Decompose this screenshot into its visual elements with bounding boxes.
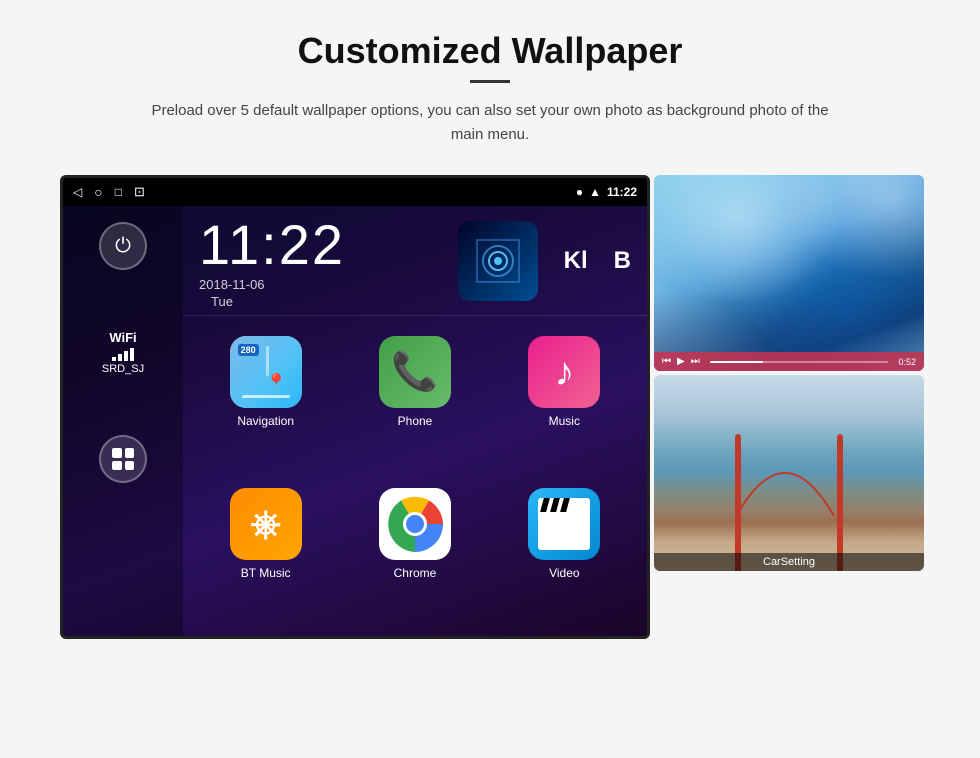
title-divider (470, 80, 510, 83)
back-arrow-icon: ◁ (73, 185, 82, 199)
video-label: Video (549, 566, 579, 580)
screen-body: ⏻ WiFi SRD_SJ (63, 206, 647, 636)
device-mock: ◁ ○ □ ⊡ ● ▲ 11:22 ⏻ (60, 175, 650, 639)
wifi-ssid: SRD_SJ (102, 363, 144, 375)
phone-label: Phone (398, 414, 433, 428)
video-icon (528, 488, 600, 560)
grid-icon (112, 448, 134, 470)
main-content: 11:22 2018-11-06 Tue (183, 206, 647, 636)
grid-dot (112, 448, 122, 458)
clap-stripe-3 (560, 498, 570, 512)
wifi-info: WiFi SRD_SJ (102, 330, 144, 375)
map-vert-line (266, 346, 269, 376)
image-icon: ⊡ (134, 184, 145, 200)
grid-dot (125, 461, 135, 471)
wallpaper-thumbnails: ⏮ ▶ ⏭ 0:52 (654, 175, 924, 571)
power-button[interactable]: ⏻ (99, 222, 147, 270)
app-item-video[interactable]: Video (490, 476, 639, 628)
page-title: Customized Wallpaper (298, 30, 683, 72)
wifi-bar-4 (130, 348, 134, 361)
wifi-signal-icon: ▲ (589, 185, 601, 199)
media-control-bar: ⏮ ▶ ⏭ 0:52 (654, 352, 924, 371)
showcase-area: ◁ ○ □ ⊡ ● ▲ 11:22 ⏻ (60, 175, 920, 639)
chrome-icon (379, 488, 451, 560)
status-bar-right: ● ▲ 11:22 (576, 185, 637, 199)
radio-icon-box (458, 221, 538, 301)
grid-dot (125, 448, 135, 458)
app-item-btmusic[interactable]: ⎈ BT Music (191, 476, 340, 628)
app-item-music[interactable]: ♪ Music (490, 324, 639, 476)
chrome-logo-svg (387, 496, 443, 552)
wallpaper-thumb-ice[interactable]: ⏮ ▶ ⏭ 0:52 (654, 175, 924, 371)
clap-body (538, 512, 590, 550)
wifi-bars (112, 347, 134, 361)
map-road-line (242, 395, 290, 398)
left-sidebar: ⏻ WiFi SRD_SJ (63, 206, 183, 636)
apps-button[interactable] (99, 435, 147, 483)
clock-date-value: 2018-11-06 (199, 277, 428, 292)
wifi-label: WiFi (109, 330, 136, 345)
media-progress-bar (710, 361, 889, 363)
home-circle-icon: ○ (94, 184, 102, 200)
media-prev-icon: ⏮ (662, 356, 671, 367)
clap-stripe-1 (540, 498, 550, 512)
clock-section: 11:22 2018-11-06 Tue (183, 206, 647, 316)
clock-time: 11:22 (199, 212, 428, 277)
app-item-phone[interactable]: 📞 Phone (340, 324, 489, 476)
carsetting-label: CarSetting (654, 553, 924, 571)
bt-music-icon: ⎈ (230, 488, 302, 560)
media-play-icon: ▶ (677, 356, 685, 367)
power-icon: ⏻ (115, 235, 131, 258)
clock-date: 2018-11-06 Tue (199, 277, 428, 309)
bridge-cable-svg (735, 418, 843, 516)
wifi-bar-2 (118, 354, 122, 361)
status-time: 11:22 (607, 185, 637, 199)
recents-square-icon: □ (115, 185, 122, 199)
status-bar-left: ◁ ○ □ ⊡ (73, 184, 145, 200)
signal-center (494, 257, 502, 265)
chrome-label: Chrome (394, 566, 437, 580)
page-description: Preload over 5 default wallpaper options… (140, 99, 840, 147)
status-bar: ◁ ○ □ ⊡ ● ▲ 11:22 (63, 178, 647, 206)
clap-top (538, 498, 590, 512)
grid-dot (112, 461, 122, 471)
navigation-label: Navigation (237, 414, 294, 428)
app-item-chrome[interactable]: Chrome (340, 476, 489, 628)
clock-day: Tue (211, 294, 428, 309)
golden-gate-image: CarSetting (654, 375, 924, 571)
clock-wrapper: 11:22 2018-11-06 Tue (199, 212, 428, 309)
app-item-navigation[interactable]: 280 📍 Navigation (191, 324, 340, 476)
wifi-bar-1 (112, 357, 116, 361)
phone-handset-icon: 📞 (391, 350, 438, 394)
bluetooth-symbol-icon: ⎈ (250, 503, 280, 546)
ice-highlight (762, 175, 924, 293)
bridge-cables-area (735, 418, 843, 516)
media-next-icon: ⏭ (691, 356, 700, 367)
map-shield-sign: 280 (238, 344, 259, 356)
phone-icon: 📞 (379, 336, 451, 408)
navigation-icon: 280 📍 (230, 336, 302, 408)
media-time: 0:52 (898, 357, 916, 367)
carsetting-text: CarSetting (763, 556, 815, 568)
clapperboard-icon (538, 498, 590, 550)
media-progress-fill (710, 361, 764, 363)
music-icon: ♪ (528, 336, 600, 408)
music-label: Music (549, 414, 580, 428)
ice-cave-image: ⏮ ▶ ⏭ 0:52 (654, 175, 924, 371)
signal-animation (473, 236, 523, 286)
music-note-icon: ♪ (554, 350, 574, 395)
b-label: B (614, 247, 631, 275)
wifi-bar-3 (124, 351, 128, 361)
location-pin-icon: ● (576, 185, 583, 199)
btmusic-label: BT Music (241, 566, 291, 580)
ki-label: Kl (564, 247, 588, 275)
map-pin-icon: 📍 (265, 373, 287, 394)
app-grid: 280 📍 Navigation 📞 Phone (183, 316, 647, 636)
wallpaper-thumb-bridge[interactable]: CarSetting (654, 375, 924, 571)
clap-stripe-2 (550, 498, 560, 512)
